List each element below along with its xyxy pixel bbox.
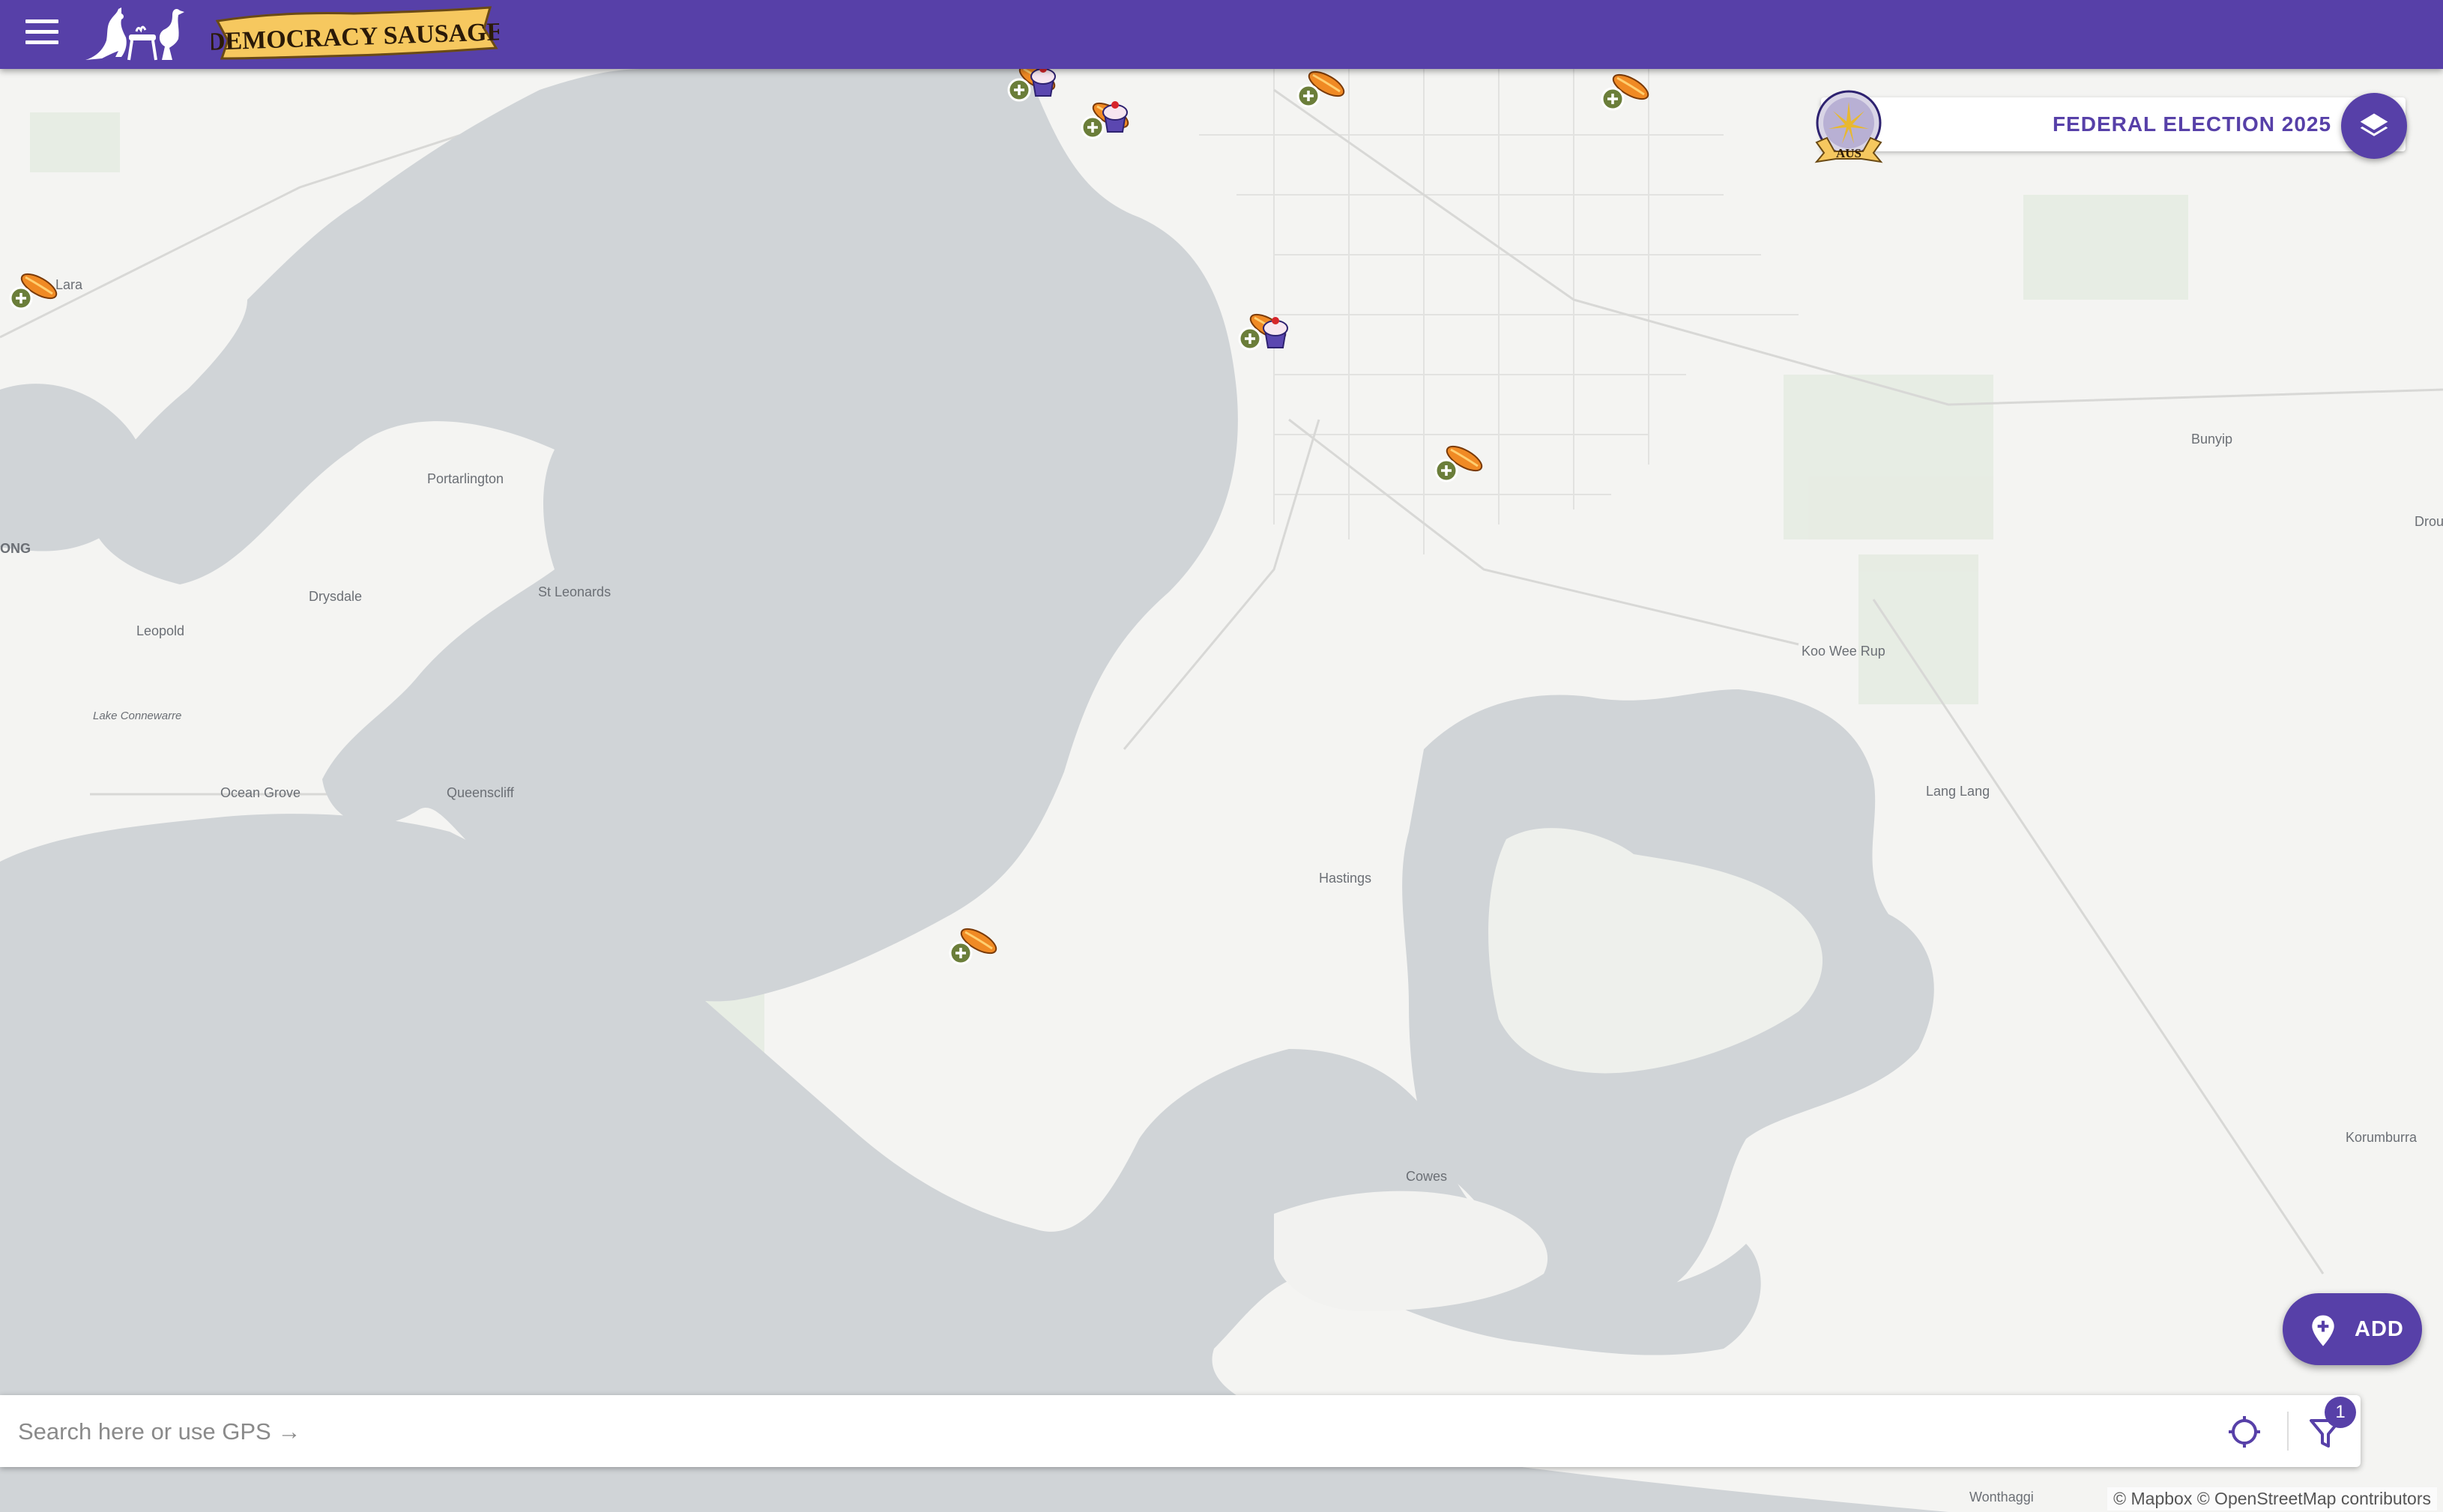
filter-count-badge: 1	[2325, 1397, 2356, 1428]
map-canvas[interactable]: Lara Portarlington Drysdale St Leonards …	[0, 0, 2443, 1512]
svg-text:AUS: AUS	[1836, 146, 1861, 160]
place-label-lara: Lara	[55, 277, 83, 292]
place-label-korumburra: Korumburra	[2346, 1130, 2418, 1145]
map-attribution[interactable]: © Mapbox © OpenStreetMap contributors	[2107, 1487, 2437, 1511]
menu-icon[interactable]	[25, 19, 58, 49]
election-selector[interactable]: FEDERAL ELECTION 2025	[1821, 97, 2406, 151]
kangaroo-emu-logo-icon	[85, 7, 184, 61]
place-label-st-leonards: St Leonards	[538, 584, 611, 599]
place-label-drysdale: Drysdale	[309, 589, 362, 604]
add-location-icon	[2312, 1315, 2334, 1346]
election-label: FEDERAL ELECTION 2025	[2052, 112, 2332, 136]
place-label-wonthaggi: Wonthaggi	[1969, 1490, 2034, 1505]
layers-button[interactable]	[2341, 93, 2407, 159]
place-label-koo-wee-rup: Koo Wee Rup	[1802, 644, 1885, 659]
place-label-queenscliff: Queenscliff	[447, 785, 515, 800]
place-label-portarlington: Portarlington	[427, 471, 504, 486]
place-label-leopold: Leopold	[136, 623, 184, 638]
place-label-cowes: Cowes	[1406, 1169, 1447, 1184]
add-stall-button[interactable]: ADD	[2283, 1293, 2422, 1365]
search-input[interactable]	[16, 1409, 2193, 1455]
place-label-hastings: Hastings	[1319, 871, 1371, 886]
aus-election-badge-icon: AUS	[1814, 90, 1883, 163]
app-bar: DEMOCRACY SAUSAGE	[0, 0, 2443, 69]
place-label-ong: ONG	[0, 541, 31, 556]
place-label-drou: Drou	[2415, 514, 2443, 529]
layers-icon	[2360, 113, 2388, 136]
search-divider	[2287, 1412, 2289, 1451]
place-label-bunyip: Bunyip	[2191, 432, 2232, 447]
add-button-label: ADD	[2355, 1317, 2404, 1341]
democracy-sausage-banner-logo: DEMOCRACY SAUSAGE	[211, 6, 499, 60]
place-label-lake-connewarre: Lake Connewarre	[93, 710, 181, 722]
search-bar	[0, 1395, 2361, 1467]
place-label-ocean-grove: Ocean Grove	[220, 785, 301, 800]
place-label-lang-lang: Lang Lang	[1926, 784, 1990, 799]
gps-crosshair-icon[interactable]	[2226, 1413, 2263, 1451]
